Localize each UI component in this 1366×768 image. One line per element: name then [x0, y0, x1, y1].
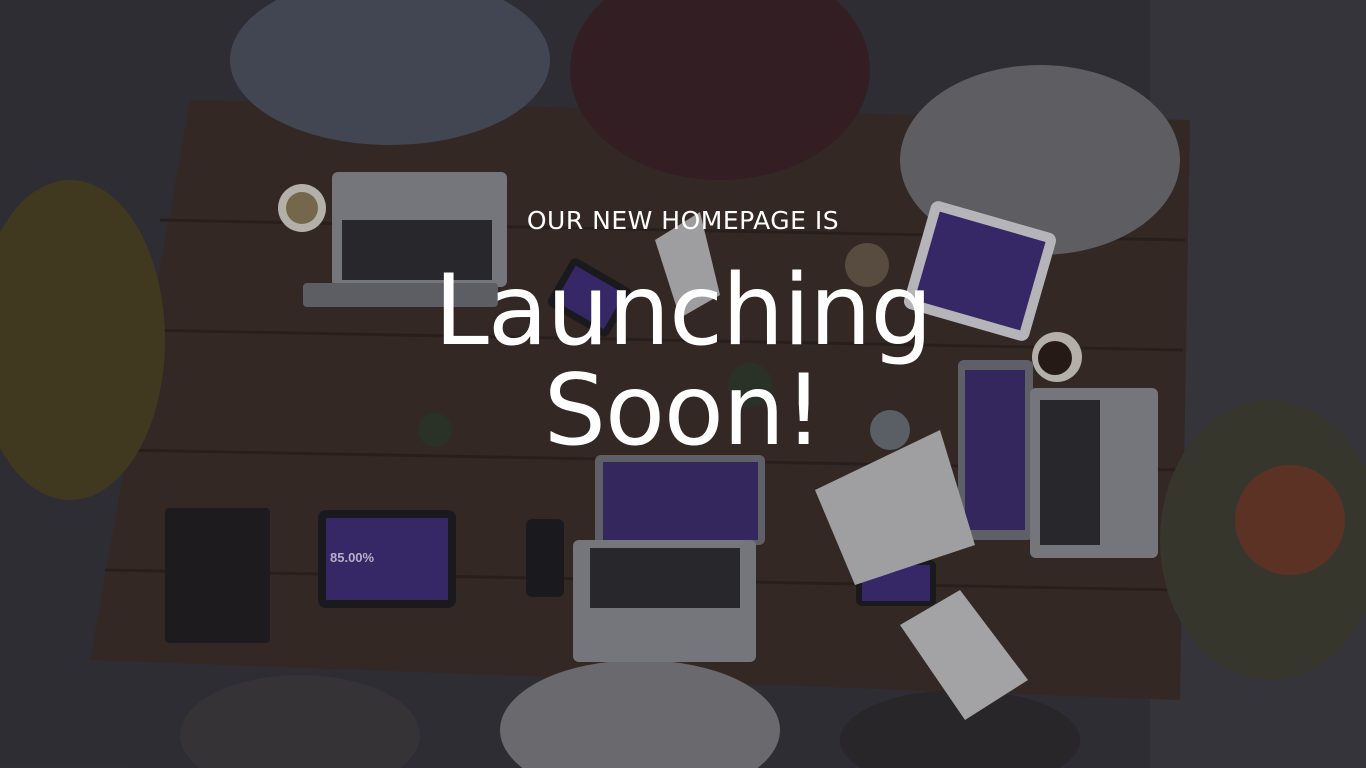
hero-title-line-1: Launching — [434, 254, 932, 368]
hero-kicker: OUR NEW HOMEPAGE IS — [526, 206, 840, 235]
hero-title: Launching Soon! — [0, 261, 1366, 461]
launch-page: 85.00% OUR NEW HOMEPAGE IS Launching Soo… — [0, 0, 1366, 768]
hero-title-line-2: Soon! — [543, 354, 824, 468]
hero: OUR NEW HOMEPAGE IS Launching Soon! — [0, 206, 1366, 461]
